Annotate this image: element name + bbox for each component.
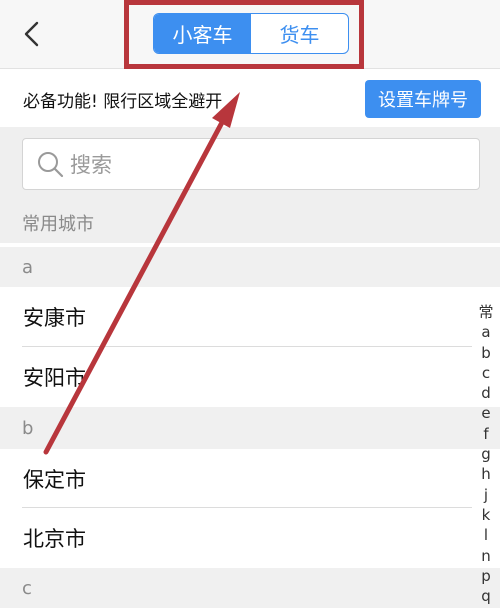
annotation-arrow	[43, 92, 240, 455]
